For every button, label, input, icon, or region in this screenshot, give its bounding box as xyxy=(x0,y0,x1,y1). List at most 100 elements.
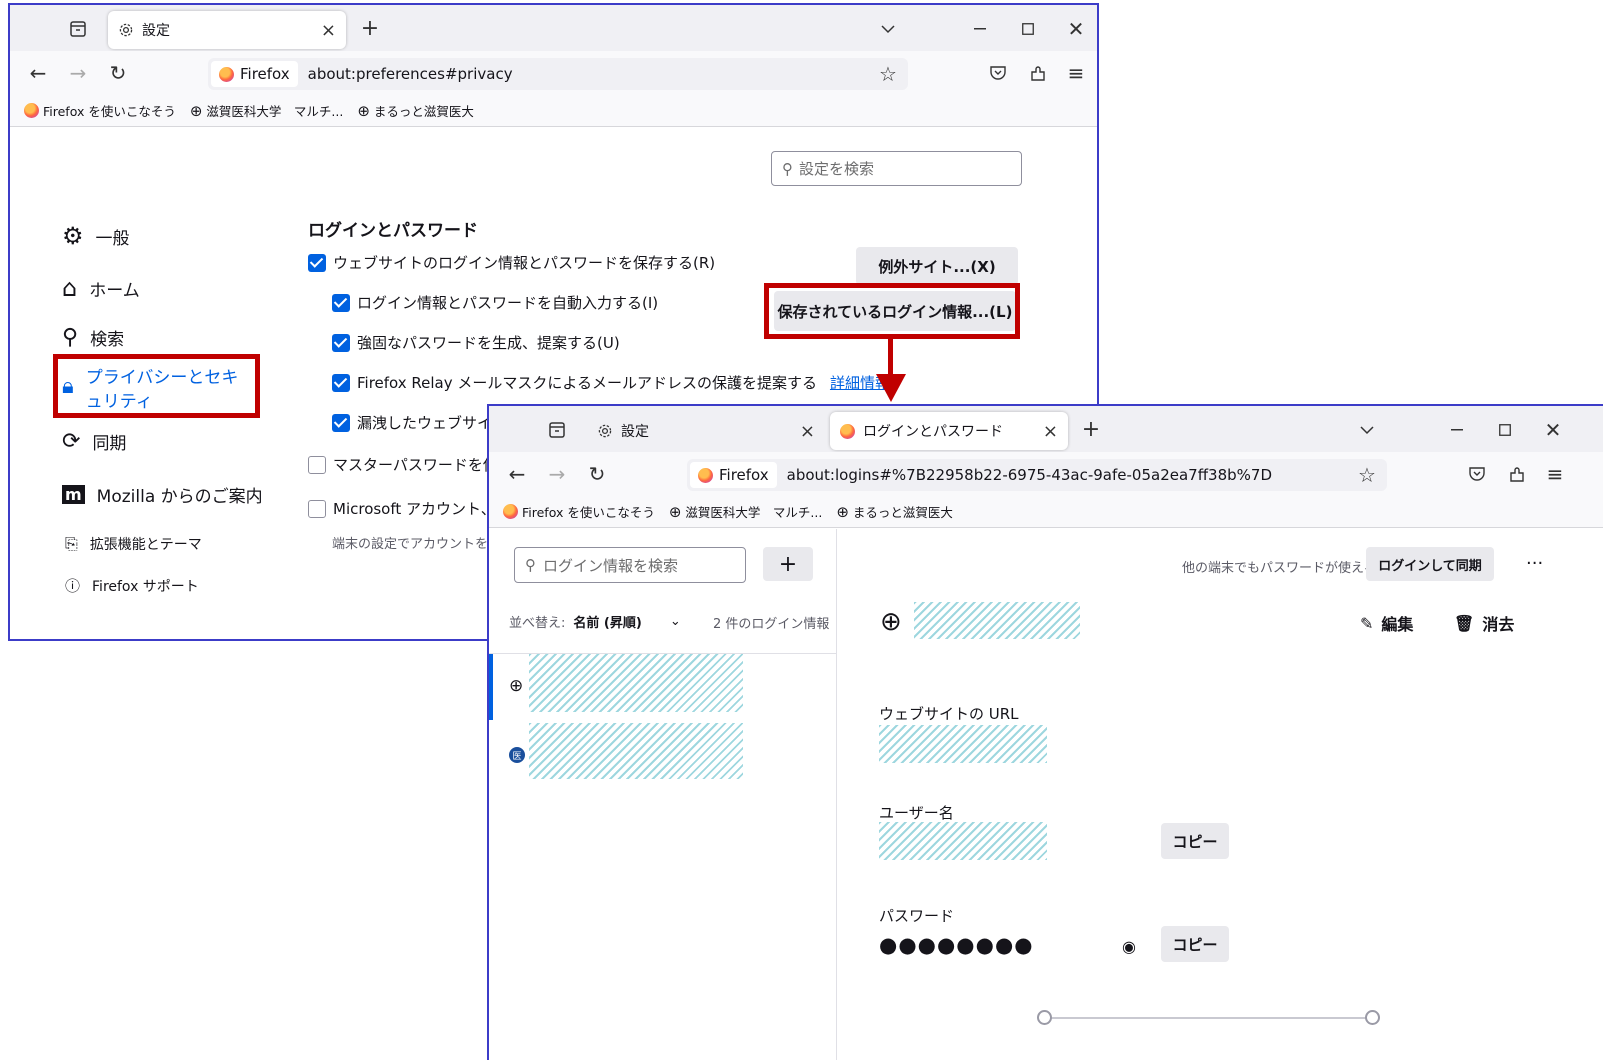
sync-login-button[interactable]: ログインして同期 xyxy=(1366,547,1494,581)
login-search[interactable]: ⚲ ログイン情報を検索 xyxy=(514,547,746,583)
reload-icon[interactable]: ↻ xyxy=(106,61,130,85)
checkbox-checked[interactable] xyxy=(332,413,350,432)
tab-logins[interactable]: ログインとパスワード × xyxy=(830,412,1068,450)
url-bar[interactable]: Firefox about:logins#%7B22958b22-6975-43… xyxy=(687,459,1387,491)
pocket-icon[interactable] xyxy=(986,61,1010,85)
close-window-icon[interactable]: ✕ xyxy=(1064,17,1088,41)
option-label: Firefox Relay メールマスクによるメールアドレスの保護を提案する xyxy=(357,374,817,392)
bookmark-item[interactable]: ⊕ まるっと滋賀医大 xyxy=(836,502,953,521)
login-count: 2 件のログイン情報 xyxy=(713,617,830,632)
chevron-down-icon[interactable]: ⌄ xyxy=(670,614,681,629)
sidebar-item-mozilla[interactable]: m Mozilla からのご案内 xyxy=(62,482,263,507)
sidebar-item-home[interactable]: ⌂ ホーム xyxy=(62,274,140,302)
close-window-icon[interactable]: ✕ xyxy=(1541,418,1565,442)
redacted-url xyxy=(879,725,1047,763)
add-login-button[interactable]: + xyxy=(763,547,813,581)
firefox-icon xyxy=(503,504,518,519)
logins-content: ⚲ ログイン情報を検索 + 並べ替え: 名前 (昇順) ⌄ 2 件のログイン情報… xyxy=(489,529,1603,1060)
pocket-icon[interactable] xyxy=(1465,462,1489,486)
sidebar-item-extensions[interactable]: ⎘ 拡張機能とテーマ xyxy=(65,534,202,554)
list-item[interactable]: 医 xyxy=(489,723,836,783)
edit-button[interactable]: ✎ 編集 xyxy=(1360,611,1413,635)
identity-label: Firefox xyxy=(240,65,290,83)
eye-icon[interactable]: ◉ xyxy=(1122,937,1136,956)
url-bar[interactable]: Firefox about:preferences#privacy ☆ xyxy=(208,58,908,90)
sidebar-item-search[interactable]: ⚲ 検索 xyxy=(62,325,124,350)
sort-label: 並べ替え: xyxy=(509,616,566,631)
more-options-icon[interactable]: ··· xyxy=(1526,553,1543,574)
minimize-icon[interactable] xyxy=(1445,418,1469,442)
forward-icon[interactable]: → xyxy=(545,462,569,486)
sidebar-item-sync[interactable]: ⟳ 同期 xyxy=(62,429,126,454)
forward-icon[interactable]: → xyxy=(66,61,90,85)
edit-label: 編集 xyxy=(1381,615,1414,634)
firefox-icon xyxy=(698,467,713,483)
checkbox-checked[interactable] xyxy=(332,293,350,312)
chevron-down-icon[interactable] xyxy=(876,17,900,41)
url-text[interactable]: about:preferences#privacy xyxy=(308,65,513,83)
tab-settings[interactable]: 設定 × xyxy=(587,412,825,450)
close-tab-icon[interactable]: × xyxy=(1043,421,1058,442)
password-value: ●●●●●●●● xyxy=(879,933,1034,957)
bookmark-star-icon[interactable]: ☆ xyxy=(1355,463,1379,487)
maximize-icon[interactable] xyxy=(1016,17,1040,41)
copy-password-button[interactable]: コピー xyxy=(1161,926,1229,962)
tab-strip: 設定 × + ✕ xyxy=(10,5,1097,51)
bookmark-item[interactable]: ⊕ まるっと滋賀医大 xyxy=(357,101,474,120)
checkbox-checked[interactable] xyxy=(332,373,350,392)
help-icon: ⓘ xyxy=(65,577,81,595)
menu-icon[interactable]: ≡ xyxy=(1064,61,1088,85)
option-label: ログイン情報とパスワードを自動入力する(I) xyxy=(357,294,659,312)
minimize-icon[interactable] xyxy=(968,17,992,41)
sort-value[interactable]: 名前 (昇順) xyxy=(573,612,641,631)
sort-control[interactable]: 並べ替え: 名前 (昇順) ⌄ xyxy=(509,612,681,631)
sync-icon: ⟳ xyxy=(62,429,81,454)
section-title: ログインとパスワード xyxy=(308,221,478,241)
bookmark-label: Firefox を使いこなそう xyxy=(522,505,655,520)
exceptions-button[interactable]: 例外サイト...(X) xyxy=(856,247,1018,285)
new-tab-icon[interactable]: + xyxy=(1079,416,1103,442)
close-tab-icon[interactable]: × xyxy=(321,20,336,41)
checkbox-checked[interactable] xyxy=(308,253,326,272)
bookmark-item[interactable]: Firefox を使いこなそう xyxy=(503,502,655,521)
option-microsoft[interactable]: Microsoft アカウント、職 xyxy=(308,498,511,519)
bookmarks-toolbar: Firefox を使いこなそう ⊕ 滋賀医科大学 マルチ... ⊕ まるっと滋賀医大 xyxy=(489,496,1603,528)
tab-list-icon[interactable] xyxy=(66,17,90,41)
tab-label: 設定 xyxy=(142,23,170,39)
option-save-logins[interactable]: ウェブサイトのログイン情報とパスワードを保存する(R) xyxy=(308,252,715,273)
reload-icon[interactable]: ↻ xyxy=(585,462,609,486)
identity-box[interactable]: Firefox xyxy=(211,61,298,87)
bookmark-item[interactable]: Firefox を使いこなそう xyxy=(24,101,176,120)
bookmark-item[interactable]: ⊕ 滋賀医科大学 マルチ... xyxy=(190,101,344,120)
sidebar-item-label: 検索 xyxy=(90,330,125,350)
new-tab-icon[interactable]: + xyxy=(358,15,382,41)
sidebar-item-general[interactable]: ⚙ 一般 xyxy=(62,222,130,250)
back-icon[interactable]: ← xyxy=(505,462,529,486)
extensions-icon[interactable] xyxy=(1505,462,1529,486)
option-generate[interactable]: 強固なパスワードを生成、提案する(U) xyxy=(332,332,620,353)
menu-icon[interactable]: ≡ xyxy=(1543,462,1567,486)
checkbox-unchecked[interactable] xyxy=(308,455,326,474)
identity-box[interactable]: Firefox xyxy=(690,462,777,488)
sidebar-item-support[interactable]: ⓘ Firefox サポート xyxy=(65,575,199,596)
close-tab-icon[interactable]: × xyxy=(800,421,815,442)
delete-button[interactable]: 🗑︎ 消去 xyxy=(1454,611,1514,635)
checkbox-unchecked[interactable] xyxy=(308,499,326,518)
firefox-icon xyxy=(219,66,234,82)
tab-list-icon[interactable] xyxy=(545,418,569,442)
url-text[interactable]: about:logins#%7B22958b22-6975-43ac-9afe-… xyxy=(787,466,1272,484)
extensions-icon[interactable] xyxy=(1026,61,1050,85)
back-icon[interactable]: ← xyxy=(26,61,50,85)
maximize-icon[interactable] xyxy=(1493,418,1517,442)
option-relay[interactable]: Firefox Relay メールマスクによるメールアドレスの保護を提案する 詳細… xyxy=(332,372,890,393)
bookmark-star-icon[interactable]: ☆ xyxy=(876,62,900,86)
settings-search[interactable]: ⚲ 設定を検索 xyxy=(771,151,1022,186)
list-item[interactable]: ⊕ xyxy=(489,654,836,720)
chevron-down-icon[interactable] xyxy=(1355,418,1379,442)
checkbox-checked[interactable] xyxy=(332,333,350,352)
tab-settings[interactable]: 設定 × xyxy=(108,11,346,49)
copy-username-button[interactable]: コピー xyxy=(1161,823,1229,859)
option-autofill[interactable]: ログイン情報とパスワードを自動入力する(I) xyxy=(332,292,658,313)
bookmark-item[interactable]: ⊕ 滋賀医科大学 マルチ... xyxy=(669,502,823,521)
search-placeholder: 設定を検索 xyxy=(799,160,875,178)
